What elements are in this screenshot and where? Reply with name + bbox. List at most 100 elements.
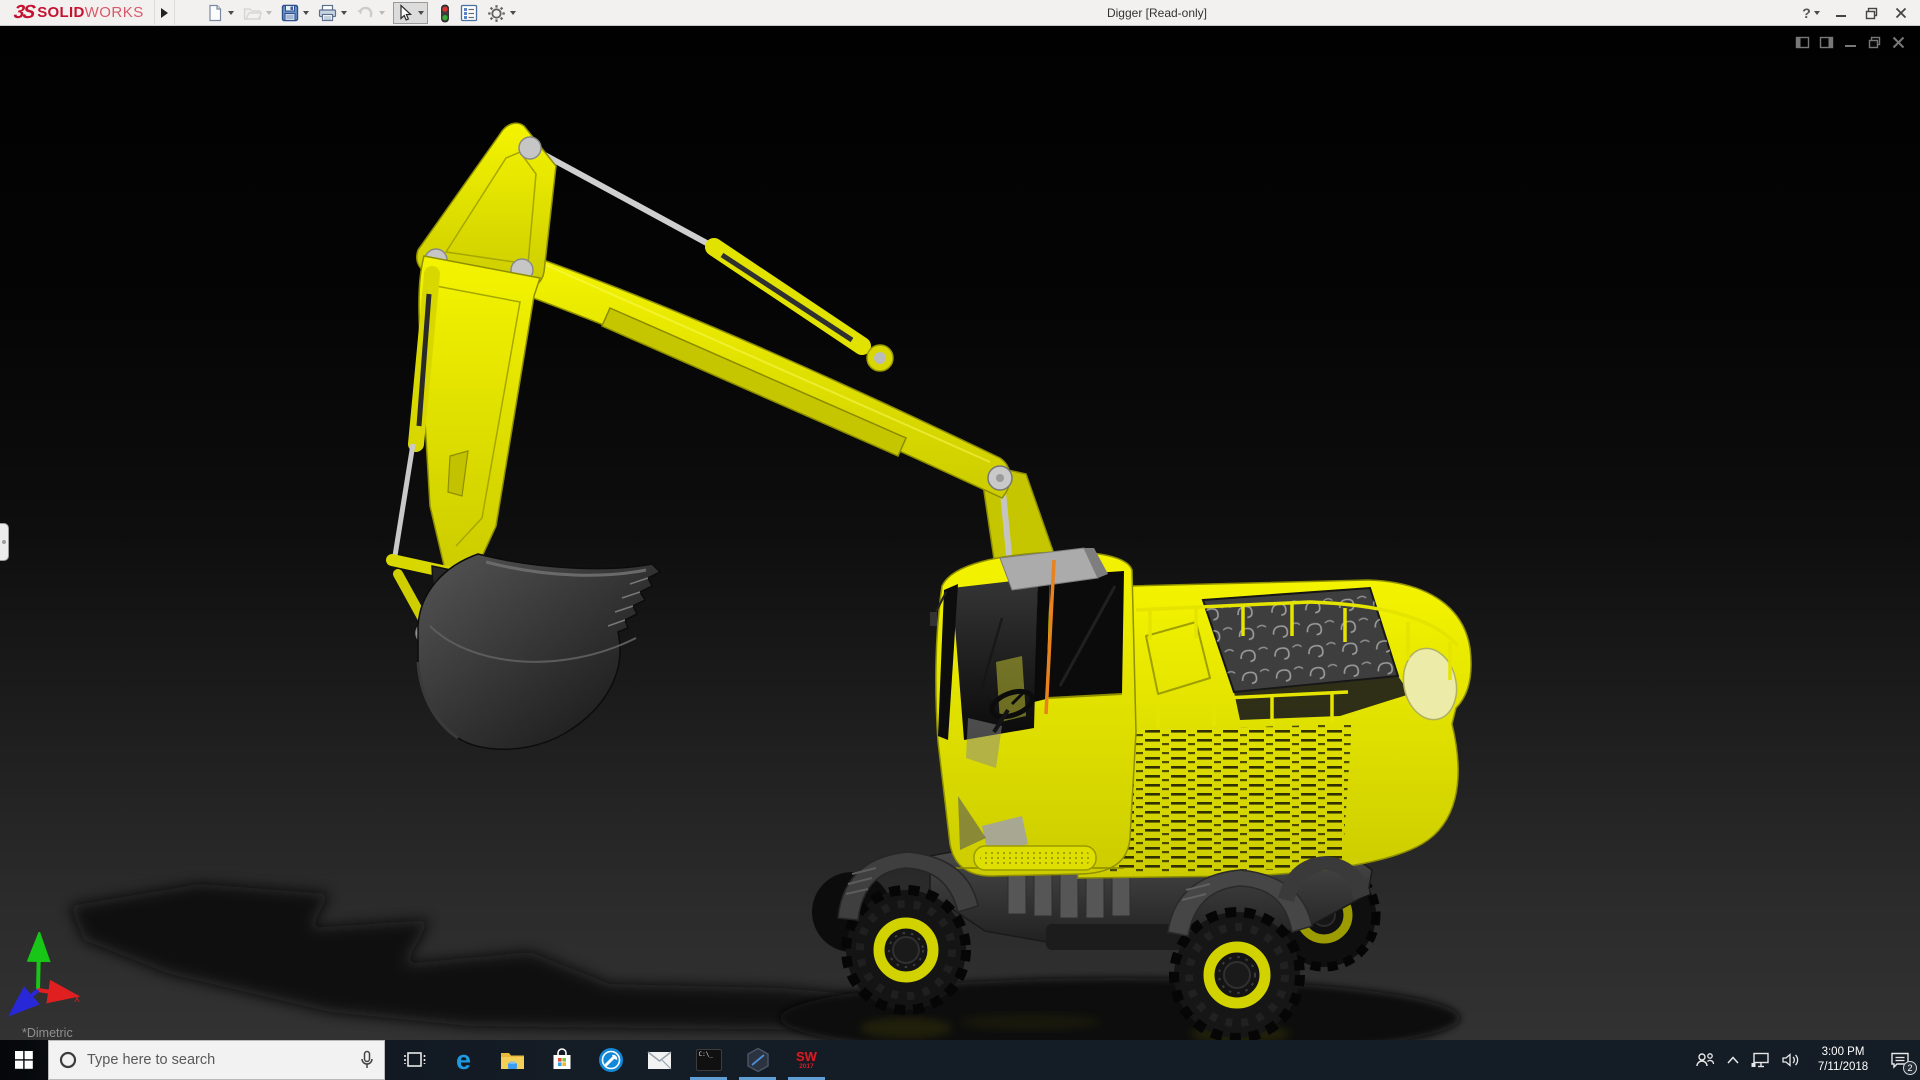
new-caret-icon[interactable]	[228, 11, 234, 15]
action-center-button[interactable]: 2	[1880, 1040, 1920, 1080]
close-button[interactable]	[1888, 1, 1914, 25]
restore-icon	[1865, 7, 1877, 19]
3d-app-button[interactable]	[733, 1040, 782, 1080]
open-folder-icon	[243, 8, 262, 20]
command-prompt-button[interactable]: C:\_	[684, 1040, 733, 1080]
print-button[interactable]	[317, 2, 348, 24]
options-button[interactable]	[459, 2, 479, 24]
save-button[interactable]	[280, 2, 310, 24]
play-arrow-icon	[160, 7, 168, 18]
minimize-view-button[interactable]	[1843, 35, 1858, 50]
command-prompt-icon: C:\_	[695, 1049, 722, 1071]
minimize-button[interactable]	[1828, 1, 1854, 25]
support-tool-button[interactable]	[586, 1040, 635, 1080]
excavator-model	[70, 122, 1472, 1040]
display-pane-toggle-button[interactable]	[1819, 35, 1834, 50]
solidworks-window: 3S SOLID WORKS Digger [Read-only] ? X *D…	[0, 0, 1920, 1080]
taskbar-apps: e C:\_ SW 2017	[390, 1040, 831, 1080]
property-list-icon	[460, 4, 478, 22]
chevron-up-icon	[1727, 1056, 1739, 1064]
tray-date: 7/11/2018	[1817, 1061, 1869, 1073]
file-explorer-button[interactable]	[488, 1040, 537, 1080]
close-icon	[1892, 36, 1905, 49]
undo-arrow-icon	[357, 6, 373, 18]
orientation-label: *Dimetric	[22, 1026, 73, 1040]
search-input[interactable]	[87, 1052, 360, 1068]
restore-view-button[interactable]	[1867, 35, 1882, 50]
feature-pane-toggle-button[interactable]	[1795, 35, 1810, 50]
window-title: Digger [Read-only]	[1106, 6, 1208, 20]
titlebar: 3S SOLID WORKS Digger [Read-only] ?	[0, 0, 1920, 26]
store-button[interactable]	[537, 1040, 586, 1080]
hexagon-app-icon	[746, 1047, 769, 1073]
dassault-3s-icon: 3S	[12, 1, 35, 23]
cab	[930, 547, 1137, 877]
tray-overflow-button[interactable]	[1720, 1040, 1746, 1080]
speaker-icon	[1781, 1053, 1798, 1067]
3d-viewport[interactable]: X *Dimetric	[0, 26, 1920, 1040]
system-tray: 3:00 PM 7/11/2018 2	[1690, 1040, 1920, 1080]
edge-icon: e	[455, 1044, 472, 1075]
save-caret-icon[interactable]	[303, 11, 309, 15]
task-view-button[interactable]	[390, 1040, 439, 1080]
settings-button[interactable]	[486, 2, 517, 24]
new-document-button[interactable]	[205, 2, 235, 24]
panel-left-icon	[1795, 36, 1810, 49]
menu-flyout-button[interactable]	[155, 0, 175, 26]
network-icon	[1751, 1052, 1769, 1068]
windows-logo-icon	[15, 1051, 33, 1069]
people-button[interactable]	[1690, 1040, 1720, 1080]
wheel-front-left	[841, 885, 971, 1015]
restore-button[interactable]	[1858, 1, 1884, 25]
step-platform	[973, 845, 1097, 871]
help-caret-icon	[1813, 11, 1820, 15]
taskbar: e	[0, 1040, 1920, 1080]
open-button[interactable]	[242, 2, 273, 24]
edge-button[interactable]: e	[439, 1040, 488, 1080]
network-button[interactable]	[1746, 1040, 1776, 1080]
open-caret-icon	[266, 11, 272, 15]
taskbar-search[interactable]	[48, 1040, 385, 1080]
select-caret-icon[interactable]	[418, 11, 424, 15]
minimize-icon	[1836, 15, 1846, 17]
tab-dot-icon	[1, 540, 6, 544]
gear-icon	[488, 4, 505, 22]
solidworks-2017-icon: SW 2017	[796, 1049, 817, 1071]
solidworks-logo: 3S SOLID WORKS	[0, 0, 155, 26]
printer-icon	[318, 4, 337, 22]
task-view-icon	[403, 1052, 425, 1067]
mail-button[interactable]	[635, 1040, 684, 1080]
feature-tree-tab[interactable]	[0, 523, 9, 561]
people-icon	[1696, 1053, 1715, 1067]
select-tool-button[interactable]	[393, 2, 428, 24]
minimize-icon	[1845, 45, 1856, 47]
help-button[interactable]: ?	[1798, 1, 1824, 25]
svg-text:X: X	[74, 994, 80, 1004]
restore-icon	[1868, 36, 1881, 49]
wrench-circle-icon	[598, 1048, 623, 1072]
save-floppy-icon	[281, 4, 299, 22]
rebuild-button[interactable]	[438, 2, 452, 24]
print-caret-icon[interactable]	[341, 11, 347, 15]
close-icon	[1895, 7, 1907, 19]
solidworks-app-button[interactable]: SW 2017	[782, 1040, 831, 1080]
cortana-icon	[59, 1051, 77, 1069]
window-controls: ?	[1798, 0, 1914, 26]
brand-works-label: WORKS	[84, 4, 144, 21]
microphone-icon[interactable]	[360, 1050, 374, 1070]
bucket	[416, 553, 662, 750]
settings-caret-icon[interactable]	[510, 11, 516, 15]
start-button[interactable]	[0, 1040, 48, 1080]
undo-button[interactable]	[355, 2, 386, 24]
clock[interactable]: 3:00 PM 7/11/2018	[1810, 1045, 1876, 1075]
close-view-button[interactable]	[1891, 35, 1906, 50]
undo-caret-icon	[379, 11, 385, 15]
tray-time: 3:00 PM	[1821, 1046, 1865, 1059]
panel-right-icon	[1819, 36, 1834, 49]
orientation-triad-icon: X	[8, 932, 80, 1017]
store-icon	[553, 1048, 570, 1069]
mail-icon	[647, 1050, 672, 1069]
new-document-icon	[209, 4, 222, 22]
notification-badge: 2	[1903, 1061, 1917, 1075]
volume-button[interactable]	[1776, 1040, 1806, 1080]
